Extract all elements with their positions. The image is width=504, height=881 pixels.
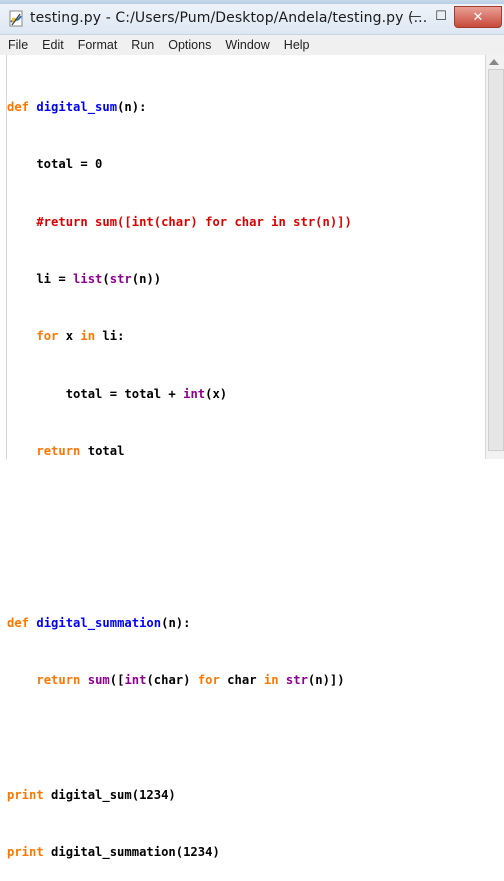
code-fragment: char: [219, 673, 264, 687]
code-line-13: print digital_sum(1234): [7, 786, 352, 805]
keyword: in: [263, 673, 279, 687]
code-fragment: x: [58, 329, 81, 344]
menu-help[interactable]: Help: [278, 36, 316, 54]
menu-file[interactable]: File: [2, 36, 34, 54]
code-fragment: total: [80, 443, 125, 458]
code-fragment: digital_sum(1234): [43, 787, 176, 802]
code-fragment: (char): [146, 673, 198, 687]
code-line-11: return sum([int(char) for char in str(n)…: [7, 671, 352, 690]
keyword: for: [197, 673, 220, 687]
code-fragment: (n):: [161, 615, 191, 630]
builtin: str: [285, 673, 308, 687]
code-fragment: li =: [7, 272, 74, 287]
idle-app-icon: [9, 10, 23, 27]
builtin: list: [73, 272, 103, 287]
menu-run[interactable]: Run: [125, 36, 160, 54]
keyword: def: [7, 615, 30, 630]
keyword: in: [80, 329, 96, 344]
code-fragment: (n):: [117, 100, 147, 115]
function-name: digital_sum: [36, 100, 118, 115]
code-fragment: ([: [109, 673, 125, 687]
code-line-4: li = list(str(n)): [7, 270, 352, 289]
minimize-button[interactable]: —: [402, 6, 428, 26]
vertical-scrollbar[interactable]: [485, 55, 504, 459]
code-line-7: return total: [7, 442, 352, 461]
menu-options[interactable]: Options: [162, 36, 217, 54]
keyword: print: [7, 844, 44, 859]
keyword: print: [7, 787, 44, 802]
code-line-5: for x in li:: [7, 327, 352, 346]
code-line-14: print digital_summation(1234): [7, 843, 352, 862]
code-line-3-comment: #return sum([int(char) for char in str(n…: [7, 214, 352, 229]
code-fragment: digital_summation(1234): [43, 844, 220, 859]
code-fragment: total = total +: [7, 386, 184, 401]
builtin: int: [183, 386, 206, 401]
code-fragment: li:: [95, 329, 125, 344]
title-bar[interactable]: testing.py - C:/Users/Pum/Desktop/Andela…: [0, 4, 504, 35]
menu-bar: File Edit Format Run Options Window Help: [0, 35, 504, 55]
scroll-up-arrow-icon[interactable]: [489, 59, 499, 65]
code-fragment: (x): [205, 386, 228, 401]
code-text[interactable]: def digital_sum(n): total = 0 #return su…: [7, 60, 352, 881]
code-fragment: (n)]): [307, 673, 345, 687]
window-title: testing.py - C:/Users/Pum/Desktop/Andela…: [30, 10, 428, 26]
maximize-button[interactable]: ☐: [428, 6, 454, 26]
menu-edit[interactable]: Edit: [36, 36, 70, 54]
menu-format[interactable]: Format: [72, 36, 124, 54]
keyword: return: [36, 673, 81, 687]
keyword: def: [7, 100, 30, 115]
code-fragment: (: [102, 272, 110, 287]
function-name: digital_summation: [36, 615, 162, 630]
code-line-6: total = total + int(x): [7, 385, 352, 404]
menu-window[interactable]: Window: [219, 36, 275, 54]
builtin: str: [109, 272, 132, 287]
scroll-thumb[interactable]: [488, 69, 504, 451]
builtin: sum: [87, 673, 110, 687]
code-line-2: total = 0: [7, 157, 103, 172]
code-line-1: def digital_sum(n):: [7, 98, 352, 117]
builtin: int: [124, 673, 147, 687]
code-line-10: def digital_summation(n):: [7, 614, 352, 633]
close-button[interactable]: ✕: [454, 6, 502, 28]
code-fragment: (n)): [131, 272, 162, 287]
keyword: return: [36, 443, 81, 458]
keyword: for: [36, 329, 59, 344]
